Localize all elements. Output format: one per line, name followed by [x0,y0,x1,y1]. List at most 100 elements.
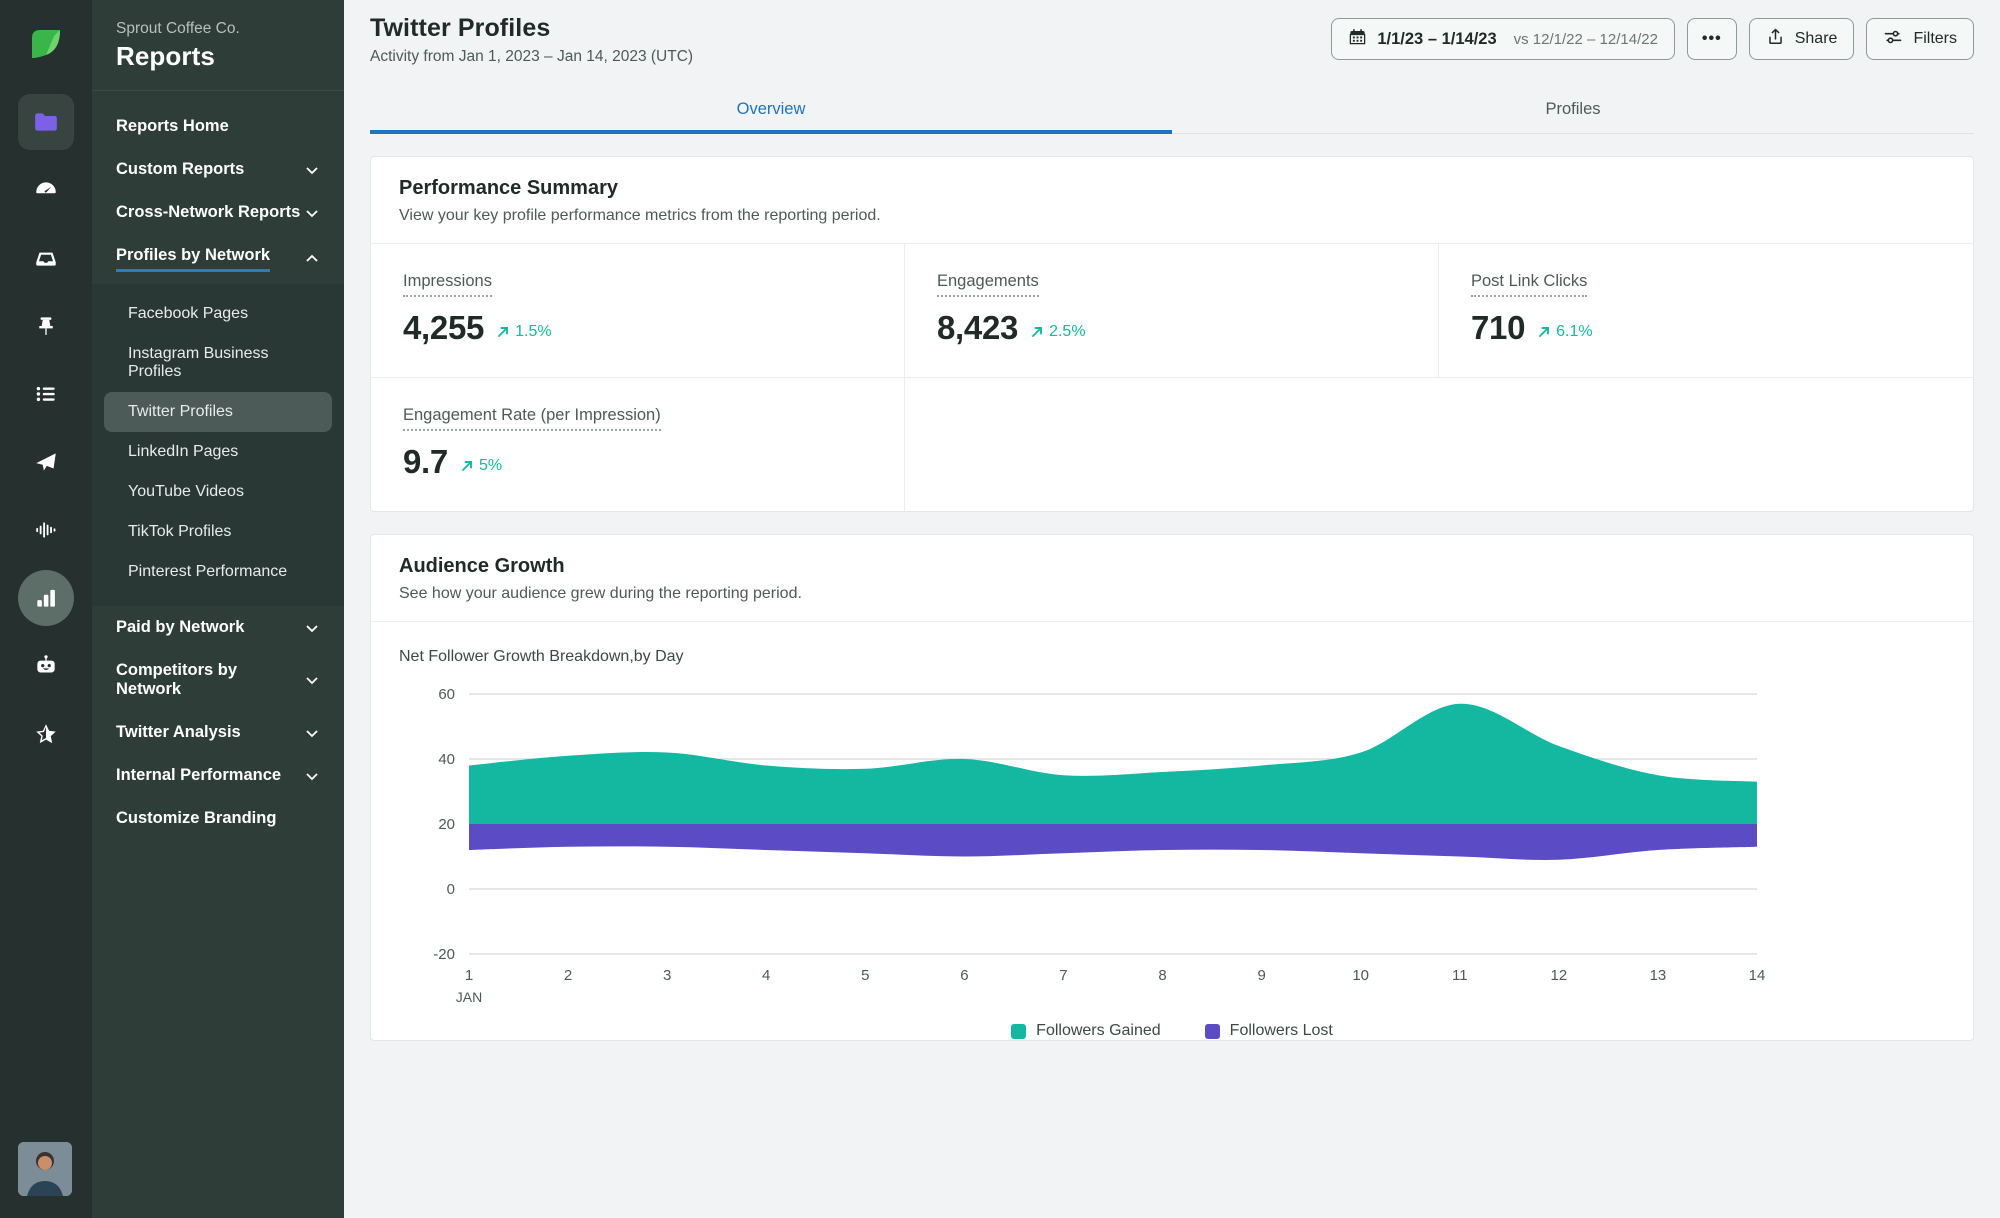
filters-label: Filters [1913,30,1957,47]
date-compare-value: vs 12/1/22 – 12/14/22 [1513,30,1658,48]
metric-delta: 2.5% [1030,323,1086,341]
card-title: Performance Summary [399,177,618,199]
page-heading-block: Twitter Profiles Activity from Jan 1, 20… [370,14,693,66]
sidebar-item-competitors-by-network[interactable]: Competitors by Network [92,649,344,711]
svg-text:13: 13 [1650,967,1667,984]
sidebar-subitem-label: TikTok Profiles [128,523,232,540]
svg-text:-20: -20 [433,946,455,963]
sprout-leaf-logo[interactable] [18,16,74,72]
metric-delta: 6.1% [1537,323,1593,341]
metric-value: 8,423 [936,309,1019,346]
metric-value: 4,255 [403,309,485,346]
metric-value-row: 4,255 1.5% [403,309,872,347]
filters-button[interactable]: Filters [1866,18,1974,60]
sidebar-item-label: Twitter Analysis [116,723,241,741]
sidebar-subitem-label: Pinterest Performance [128,563,288,580]
date-range-picker[interactable]: 1/1/23 – 1/14/23 vs 12/1/22 – 12/14/22 [1331,18,1675,60]
sidebar-item-tiktok-profiles[interactable]: TikTok Profiles [104,512,332,552]
star-half-icon[interactable] [18,706,74,762]
svg-text:20: 20 [438,816,455,833]
sidebar-item-reports-home[interactable]: Reports Home [92,105,344,148]
svg-text:7: 7 [1059,967,1067,984]
avatar[interactable] [18,1142,72,1196]
share-button[interactable]: Share [1748,18,1855,60]
sidebar-item-label: Paid by Network [116,618,245,636]
sidebar-item-paid-by-network[interactable]: Paid by Network [92,606,344,649]
audience-growth-card: Audience Growth See how your audience gr… [370,534,1974,1041]
audio-waveform-icon[interactable] [18,502,74,558]
sidebar-item-facebook-pages[interactable]: Facebook Pages [104,294,332,334]
sidebar-item-label: Custom Reports [116,160,245,178]
inbox-icon[interactable] [18,230,74,286]
sidebar-item-twitter-profiles[interactable]: Twitter Profiles [104,392,332,432]
topbar-controls: 1/1/23 – 1/14/23 vs 12/1/22 – 12/14/22 •… [1331,14,1974,60]
send-paper-plane-icon[interactable] [18,434,74,490]
tab-profiles[interactable]: Profiles [1172,88,1974,133]
legend-item-followers-lost[interactable]: Followers Lost [1204,1022,1333,1040]
more-options-button[interactable]: ••• [1686,18,1737,60]
sidebar-item-label: Competitors by Network [116,661,238,698]
sidebar-item-profiles-by-network[interactable]: Profiles by Network [92,234,344,284]
sidebar-item-customize-branding[interactable]: Customize Branding [92,797,344,840]
page-subtitle: Activity from Jan 1, 2023 – Jan 14, 2023… [370,48,694,65]
sidebar-item-internal-performance[interactable]: Internal Performance [92,754,344,797]
metric-grid: Impressions 4,255 1.5% Engagements 8,423… [371,244,1973,511]
svg-text:9: 9 [1257,967,1265,984]
metric-label[interactable]: Engagements [936,272,1039,297]
metric-value: 710 [1470,309,1526,346]
report-tabs: Overview Profiles [370,88,1974,134]
metric-label[interactable]: Post Link Clicks [1470,272,1588,297]
bar-chart-icon[interactable] [18,570,74,626]
sidebar-item-cross-network-reports[interactable]: Cross-Network Reports [92,191,344,234]
tab-overview[interactable]: Overview [370,88,1172,134]
sidebar-subnav: Facebook Pages Instagram Business Profil… [92,284,344,606]
sidebar-item-custom-reports[interactable]: Custom Reports [92,148,344,191]
bot-icon[interactable] [18,638,74,694]
sidebar-subitem-label: YouTube Videos [128,483,244,500]
arrow-up-right-icon [1032,327,1043,337]
page-title: Twitter Profiles [370,14,551,42]
svg-text:JAN: JAN [456,989,482,1005]
legend-label: Followers Lost [1229,1022,1333,1039]
sidebar-item-youtube-videos[interactable]: YouTube Videos [104,472,332,512]
share-upload-icon [1766,27,1785,51]
audience-growth-header: Audience Growth See how your audience gr… [371,535,1973,622]
metric-empty-slot [905,378,1439,511]
performance-summary-header: Performance Summary View your key profil… [371,157,1973,244]
svg-text:10: 10 [1352,967,1369,984]
metric-engagements: Engagements 8,423 2.5% [904,244,1439,378]
svg-text:60: 60 [438,686,455,703]
folder-icon[interactable] [18,94,74,150]
sidebar-item-instagram-business-profiles[interactable]: Instagram Business Profiles [104,334,332,392]
card-description: View your key profile performance metric… [399,207,881,224]
svg-text:0: 0 [447,881,455,898]
list-icon[interactable] [18,366,74,422]
sidebar-item-twitter-analysis[interactable]: Twitter Analysis [92,711,344,754]
svg-text:1: 1 [465,967,473,984]
filters-sliders-icon [1883,27,1903,52]
sidebar-item-label: Profiles by Network [116,246,271,272]
metric-label[interactable]: Engagement Rate (per Impression) [403,406,661,431]
dashboard-gauge-icon[interactable] [18,162,74,218]
icon-rail [0,0,92,1218]
metric-label[interactable]: Impressions [403,272,492,297]
ellipsis-icon: ••• [1701,30,1722,47]
date-range-value: 1/1/23 – 1/14/23 [1377,29,1497,48]
metric-delta: 5% [460,457,502,475]
metric-delta-value: 2.5% [1049,323,1086,340]
svg-text:12: 12 [1551,967,1568,984]
svg-text:6: 6 [960,967,968,984]
sidebar-item-label: Reports Home [116,117,229,135]
pin-icon[interactable] [18,298,74,354]
chevron-down-icon [304,725,320,741]
legend-item-followers-gained[interactable]: Followers Gained [1011,1022,1161,1040]
metric-impressions: Impressions 4,255 1.5% [371,244,905,378]
card-title: Audience Growth [399,555,565,577]
card-description: See how your audience grew during the re… [399,585,802,602]
sidebar-item-pinterest-performance[interactable]: Pinterest Performance [104,552,332,592]
sidebar-header: Sprout Coffee Co. Reports [92,0,344,91]
sidebar-menu: Reports Home Custom Reports Cross-Networ… [92,91,344,1218]
arrow-up-right-icon [1539,327,1550,337]
sidebar-item-linkedin-pages[interactable]: LinkedIn Pages [104,432,332,472]
net-follower-growth-chart[interactable]: 60 40 20 0 -20 1 2 3 4 5 6 7 8 9 10 11 12 13 14 JAN [399,680,1945,1010]
